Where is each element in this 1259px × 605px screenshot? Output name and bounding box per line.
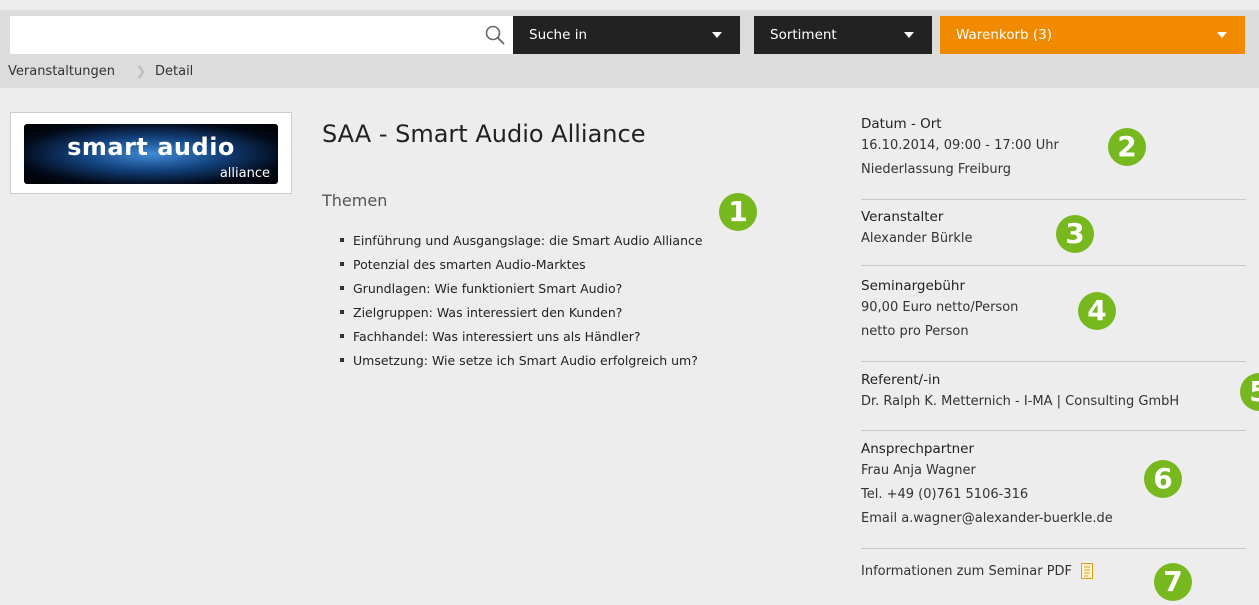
chevron-down-icon (1217, 32, 1227, 38)
themes-list: Einführung und Ausgangslage: die Smart A… (340, 232, 703, 376)
themes-heading: Themen (322, 191, 388, 210)
breadcrumb: Veranstaltungen ❯ Detail (0, 55, 1259, 88)
pdf-icon[interactable] (1081, 562, 1094, 579)
contact-email[interactable]: Email a.wagner@alexander-buerkle.de (861, 507, 1246, 531)
fee-note: netto pro Person (861, 324, 969, 339)
sortiment-label: Sortiment (770, 27, 837, 43)
list-item: Zielgruppen: Was interessiert den Kunden… (340, 304, 703, 328)
number-badge-2: 2 (1108, 128, 1146, 166)
location-value: Niederlassung Freiburg (861, 162, 1011, 177)
divider (861, 430, 1246, 431)
divider (861, 361, 1246, 362)
list-item: Umsetzung: Wie setze ich Smart Audio erf… (340, 352, 703, 376)
contact-phone: Tel. +49 (0)761 5106-316 (861, 487, 1029, 502)
event-logo: smart audio alliance (10, 112, 292, 194)
breadcrumb-separator-icon: ❯ (136, 64, 147, 78)
date-location-block: Datum - Ort 16.10.2014, 09:00 - 17:00 Uh… (861, 114, 1246, 182)
list-item: Fachhandel: Was interessiert uns als Hän… (340, 328, 703, 352)
logo-image: smart audio alliance (24, 124, 278, 184)
sortiment-dropdown[interactable]: Sortiment (754, 16, 932, 54)
fee-label: Seminargebühr (861, 278, 966, 294)
organizer-label: Veranstalter (861, 209, 944, 225)
number-badge-6: 6 (1144, 460, 1182, 498)
date-label: Datum - Ort (861, 116, 942, 132)
search-icon[interactable] (484, 24, 506, 46)
pdf-info-link[interactable]: Informationen zum Seminar PDF (861, 564, 1072, 579)
cart-label: Warenkorb (3) (956, 27, 1053, 43)
chevron-down-icon (904, 32, 914, 38)
search-in-label: Suche in (529, 27, 588, 43)
cart-dropdown[interactable]: Warenkorb (3) (940, 16, 1245, 54)
chevron-down-icon (712, 32, 722, 38)
speaker-label: Referent/-in (861, 372, 941, 388)
fee-block: Seminargebühr 90,00 Euro netto/Person ne… (861, 276, 1246, 344)
search-in-dropdown[interactable]: Suche in (513, 16, 740, 54)
fee-value: 90,00 Euro netto/Person (861, 300, 1019, 315)
number-badge-7: 7 (1154, 563, 1192, 601)
divider (861, 548, 1246, 549)
number-badge-1: 1 (719, 193, 757, 231)
number-badge-4: 4 (1078, 292, 1116, 330)
list-item: Einführung und Ausgangslage: die Smart A… (340, 232, 703, 256)
search-input[interactable] (10, 16, 513, 54)
number-badge-3: 3 (1056, 215, 1094, 253)
contact-block: Ansprechpartner Frau Anja Wagner Tel. +4… (861, 439, 1246, 531)
organizer-block: Veranstalter Alexander Bürkle (861, 207, 1246, 251)
contact-name: Frau Anja Wagner (861, 463, 976, 478)
speaker-value: Dr. Ralph K. Metternich - I-MA | Consult… (861, 394, 1180, 409)
speaker-block: Referent/-in Dr. Ralph K. Metternich - I… (861, 370, 1246, 414)
logo-sub-text: alliance (219, 166, 270, 181)
logo-main-text: smart audio (67, 133, 235, 161)
page-title: SAA - Smart Audio Alliance (322, 120, 646, 148)
breadcrumb-current: Detail (155, 64, 194, 79)
divider (861, 199, 1246, 200)
date-value: 16.10.2014, 09:00 - 17:00 Uhr (861, 138, 1059, 153)
list-item: Grundlagen: Wie funktioniert Smart Audio… (340, 280, 703, 304)
divider (861, 265, 1246, 266)
organizer-value: Alexander Bürkle (861, 231, 973, 246)
list-item: Potenzial des smarten Audio-Marktes (340, 256, 703, 280)
contact-label: Ansprechpartner (861, 441, 975, 457)
breadcrumb-link-veranstaltungen[interactable]: Veranstaltungen (8, 55, 115, 88)
